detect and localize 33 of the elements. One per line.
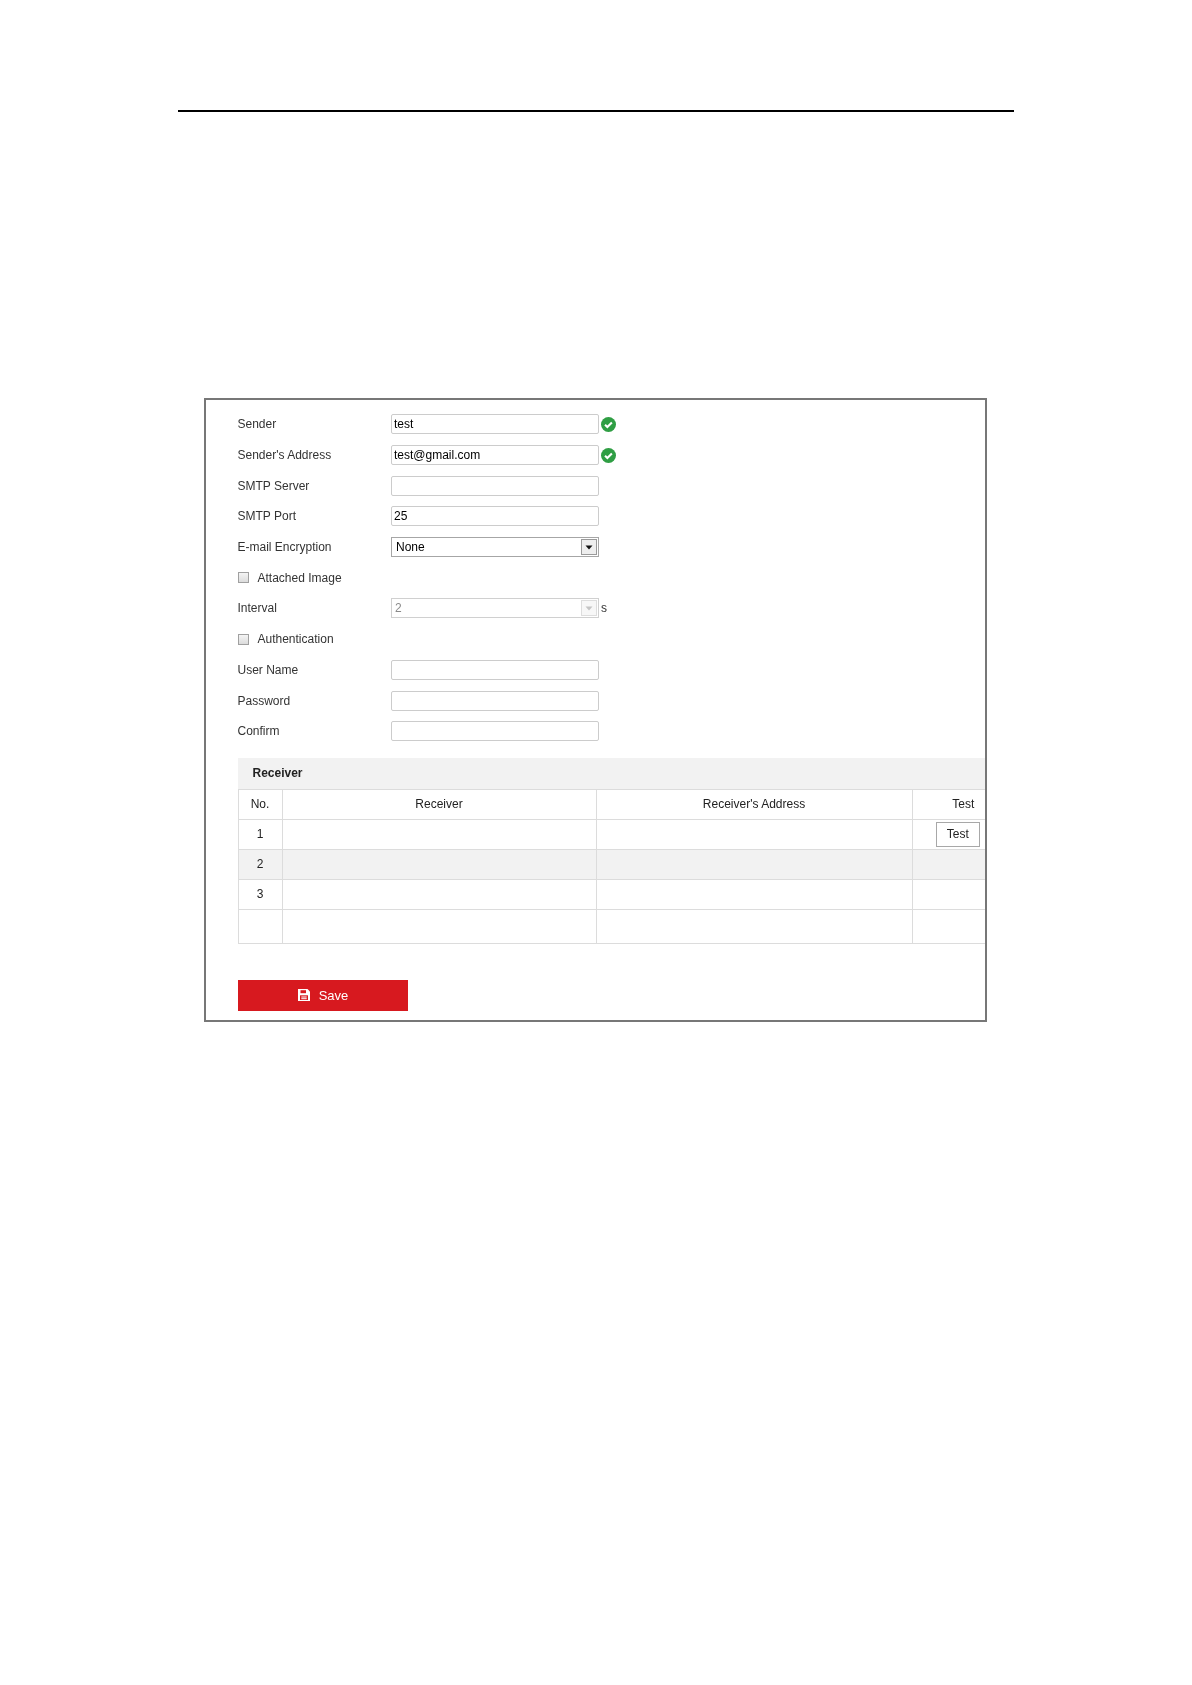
text-field[interactable]: test [391, 414, 599, 435]
checkbox-label: Attached Image [257, 570, 342, 585]
section-header: Receiver [237, 757, 985, 789]
field-label: SMTP Port [237, 509, 297, 524]
field-label: Confirm [237, 724, 281, 739]
text-field[interactable]: test@gmail.com [391, 445, 599, 466]
field-label: Password [237, 693, 292, 708]
checkbox[interactable] [237, 572, 249, 584]
field-label: Interval [237, 601, 278, 616]
field-label: Sender's Address [237, 448, 333, 463]
field-label: User Name [237, 662, 300, 677]
password-field[interactable] [391, 690, 599, 711]
table-cell [238, 909, 282, 944]
test-button[interactable]: Test [935, 821, 980, 847]
checkbox-label: Authentication [257, 632, 334, 647]
field-label: E-mail Encryption [237, 540, 333, 555]
table-cell: 1 [238, 819, 282, 850]
select-field[interactable]: None [391, 537, 599, 558]
table-cell: 2 [238, 849, 282, 880]
column-header: Receiver [282, 789, 596, 820]
unit-label: s [601, 601, 607, 616]
table-cell: 3 [238, 879, 282, 910]
column-header: Receiver's Address [596, 789, 912, 820]
column-header: Test [912, 789, 985, 820]
save-button[interactable]: Save [237, 979, 408, 1011]
text-field[interactable] [391, 475, 599, 496]
checkbox[interactable] [237, 633, 249, 645]
field-label: Sender [237, 417, 278, 432]
text-field[interactable] [391, 659, 599, 680]
text-field[interactable]: 25 [391, 506, 599, 527]
field-label: SMTP Server [237, 478, 311, 493]
column-header: No. [238, 789, 282, 820]
password-field[interactable] [391, 721, 599, 742]
